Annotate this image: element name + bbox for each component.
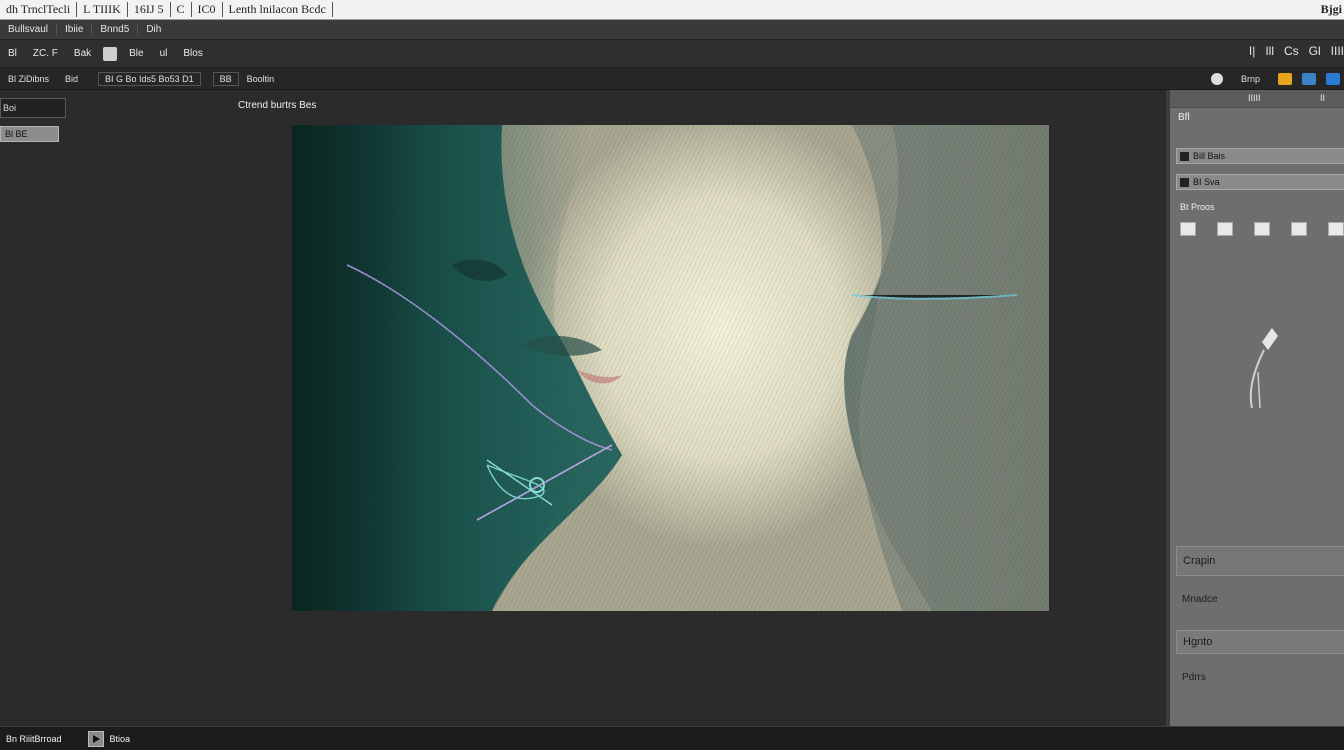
properties-icon-row <box>1180 222 1344 236</box>
menu-bar: Bullsvaul Ibiie Bnnd5 Dih <box>0 20 1344 40</box>
layer-name: Bill Bais <box>1193 151 1226 161</box>
more-icon[interactable] <box>1328 222 1344 236</box>
title-segment: Lenth lnilacon Bcdc <box>223 2 333 17</box>
tool-icon[interactable] <box>103 46 118 61</box>
layer-row[interactable]: BI Sva <box>1176 174 1344 190</box>
frame-icon[interactable] <box>1180 222 1196 236</box>
option-item[interactable]: Booltin <box>239 74 283 84</box>
left-button[interactable]: Bl BE <box>0 126 59 142</box>
panel-section[interactable]: Crapin <box>1176 546 1344 576</box>
panel-section[interactable]: Hgnto <box>1176 630 1344 654</box>
status-bar: Bn RiiitBrroad Btioa <box>0 726 1344 750</box>
title-segment: C <box>171 2 192 17</box>
circle-icon[interactable] <box>1210 73 1223 85</box>
option-item[interactable]: ZC. F <box>25 48 66 59</box>
option-right-item[interactable]: IIII <box>1331 44 1344 58</box>
option-right-item[interactable]: I| <box>1249 44 1255 58</box>
option-item[interactable]: Blos <box>175 48 210 59</box>
left-panel: Boi Bl BE <box>0 90 290 726</box>
layer-thumb <box>1180 152 1189 161</box>
layer-name: BI Sva <box>1193 177 1220 187</box>
properties-label: Bt Proos <box>1180 202 1215 212</box>
option-right-item[interactable]: Cs <box>1284 44 1299 58</box>
option-dropdown[interactable]: BI G Bo Ids5 Bo53 D1 <box>98 71 201 86</box>
option-item[interactable]: Ble <box>121 48 151 59</box>
adjust-icon[interactable] <box>1217 222 1233 236</box>
right-panel: IIIII II Bfl Bill Bais BI Sva Bt Proos C… <box>1166 90 1344 726</box>
menu-item[interactable]: Ibiie <box>56 24 91 35</box>
title-segment: 16IJ 5 <box>128 2 171 17</box>
panel-subtitle: Bfl <box>1178 112 1190 123</box>
panel-section-label[interactable]: Mnadce <box>1182 594 1218 605</box>
option-right-item[interactable]: Ill <box>1265 44 1274 58</box>
option-item[interactable]: ul <box>152 48 176 59</box>
title-segment: dh TrnclTecli <box>0 2 78 17</box>
layer-row[interactable]: Bill Bais <box>1176 148 1344 164</box>
document-title: Ctrend burtrs Bes <box>238 100 317 111</box>
status-text: Btioa <box>109 733 131 744</box>
layout-icon[interactable] <box>1326 73 1340 85</box>
option-item[interactable]: Bl <box>0 48 25 59</box>
menu-item[interactable]: Bnnd5 <box>91 24 137 35</box>
editor-window: dh TrnclTecli L TIIIK 16IJ 5 C IC0 Lenth… <box>0 0 1344 750</box>
menu-item[interactable]: Bullsvaul <box>0 24 56 35</box>
options-bar: Bl ZC. F Bak Ble ul Blos I| Ill Cs Gl II… <box>0 40 1344 68</box>
menu-item[interactable]: Dih <box>137 24 169 35</box>
panel-icon[interactable] <box>1302 73 1316 85</box>
artwork-image <box>292 125 1049 611</box>
panel-header-label[interactable]: II <box>1320 93 1325 103</box>
play-icon[interactable] <box>87 730 104 747</box>
options-right-tools: Brnp <box>1210 68 1344 90</box>
panel-header: IIIII II <box>1170 90 1344 108</box>
option-item[interactable]: BB <box>212 71 239 86</box>
grid-icon[interactable] <box>1291 222 1307 236</box>
title-right-label: Bjgi <box>1320 2 1342 16</box>
options-right-group: I| Ill Cs Gl IIII <box>1249 44 1344 58</box>
title-segment: L TIIIK <box>77 2 128 17</box>
option-item[interactable]: Bid <box>57 74 86 84</box>
option-item[interactable]: Brnp <box>1233 74 1268 84</box>
panel-section-label[interactable]: Pdrrs <box>1182 672 1206 683</box>
option-item[interactable]: Bl ZiDibns <box>0 74 57 84</box>
hand-icon[interactable] <box>1278 73 1292 85</box>
title-segment: IC0 <box>192 2 223 17</box>
canvas[interactable] <box>292 125 1049 611</box>
option-right-item[interactable]: Gl <box>1309 44 1321 58</box>
title-bar: dh TrnclTecli L TIIIK 16IJ 5 C IC0 Lenth… <box>0 0 1344 20</box>
brush-preview-icon <box>1249 328 1278 409</box>
panel-header-label[interactable]: IIIII <box>1248 93 1261 103</box>
document-icon[interactable] <box>1254 222 1270 236</box>
left-input[interactable]: Boi <box>0 98 66 118</box>
option-item[interactable]: Bak <box>66 48 99 59</box>
status-text: Bn RiiitBrroad <box>6 733 62 744</box>
layer-thumb <box>1180 178 1189 187</box>
secondary-options-bar: Bl ZiDibns Bid BI G Bo Ids5 Bo53 D1 BB B… <box>0 68 1344 90</box>
